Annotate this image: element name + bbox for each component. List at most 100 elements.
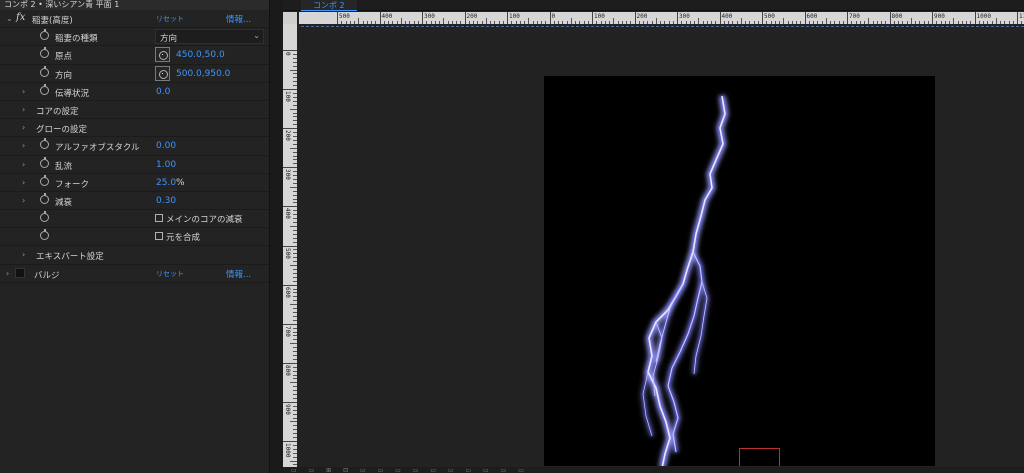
turbulence-value[interactable]: 1.00	[156, 160, 176, 170]
ruler-minor-tick	[502, 21, 504, 24]
ruler-minor-tick	[366, 21, 368, 24]
alpha-obstacle-value[interactable]: 0.00	[156, 141, 176, 151]
toolbar-icons[interactable]: ▭ ▭ ⊞ ⊡ ▭ ▭ ▭ ▭ ▭ ▭ ▭ ▭ ▭ ▭	[291, 467, 529, 473]
chevron-right-icon[interactable]: ›	[22, 87, 25, 96]
ruler-minor-tick	[413, 21, 415, 24]
ruler-left[interactable]: 0 100 200 300 400 500 600 700 800 900 1000	[283, 24, 297, 471]
ruler-top[interactable]: 500 400 300 200 100 0 100 200 300 400 500 600 700 800…	[299, 12, 1024, 24]
ruler-minor-tick	[290, 225, 297, 227]
ruler-minor-tick	[940, 21, 942, 24]
tab-comp-2[interactable]: コンポ 2	[301, 0, 357, 11]
reset-link[interactable]: リセット	[156, 269, 184, 279]
main-core-decay-checkbox[interactable]	[155, 214, 163, 223]
ruler-minor-tick	[290, 265, 297, 267]
roi-box[interactable]	[739, 448, 780, 466]
ruler-minor-tick	[643, 21, 644, 24]
ruler-label: 0	[551, 13, 556, 20]
chevron-right-icon[interactable]: ›	[22, 160, 25, 169]
composite-original-checkbox[interactable]	[155, 232, 163, 241]
info-link[interactable]: 情報...	[226, 13, 251, 25]
chevron-right-icon[interactable]: ›	[22, 178, 25, 187]
stopwatch-icon[interactable]	[40, 47, 49, 59]
property-label: 方向	[55, 70, 73, 81]
effect-header-row[interactable]: ⌄ fx 稲妻(高度) リセット 情報...	[0, 10, 269, 29]
ruler-minor-tick	[528, 18, 530, 24]
effect-toggle-icon[interactable]	[15, 267, 25, 278]
ruler-label: 500	[284, 247, 291, 259]
chevron-right-icon[interactable]: ›	[22, 196, 25, 205]
stopwatch-icon[interactable]	[40, 83, 49, 95]
ruler-minor-tick	[630, 21, 632, 24]
ruler-minor-tick	[919, 21, 921, 24]
reset-link[interactable]: リセット	[156, 14, 184, 24]
chevron-right-icon[interactable]: ›	[22, 250, 25, 259]
property-row-decay: › 減衰 0.30	[0, 192, 269, 211]
ruler-minor-tick	[405, 21, 406, 24]
ruler-minor-tick	[293, 331, 297, 333]
ruler-minor-tick	[800, 21, 802, 24]
effect-row-bulge[interactable]: › バルジ リセット 情報...	[0, 265, 269, 283]
ruler-minor-tick	[545, 21, 547, 24]
lightning-type-dropdown[interactable]: 方向 ⌄	[155, 29, 264, 45]
decay-value[interactable]: 0.30	[156, 196, 176, 206]
ruler-minor-tick	[293, 229, 297, 231]
property-row-forking: › フォーク 25.0 %	[0, 174, 269, 192]
fx-icon[interactable]: fx	[16, 12, 25, 23]
ruler-minor-tick	[532, 21, 534, 24]
property-group-core[interactable]: › コアの設定	[0, 101, 269, 120]
chevron-down-icon[interactable]: ⌄	[6, 14, 13, 23]
property-group-glow[interactable]: › グローの設定	[0, 119, 269, 138]
stopwatch-icon[interactable]	[40, 29, 49, 41]
forking-value[interactable]: 25.0	[156, 178, 176, 188]
ruler-minor-tick	[859, 21, 861, 24]
ruler-tick	[283, 323, 297, 325]
panel-header: コンポ 2 • 深いシアン青 平面 1	[0, 0, 269, 10]
ruler-minor-tick	[293, 397, 297, 399]
stopwatch-icon[interactable]	[40, 138, 49, 150]
ruler-minor-tick	[293, 272, 297, 274]
crosshair-icon[interactable]	[155, 65, 170, 81]
ruler-minor-tick	[293, 182, 297, 184]
property-group-expert[interactable]: › エキスパート設定	[0, 246, 269, 265]
ruler-minor-tick	[439, 21, 440, 24]
conductivity-value[interactable]: 0.0	[156, 87, 170, 97]
stopwatch-icon[interactable]	[40, 156, 49, 168]
ruler-tick	[379, 12, 381, 24]
effect-name: バルジ	[34, 270, 60, 281]
ruler-minor-tick	[293, 61, 297, 63]
stopwatch-icon[interactable]	[40, 192, 49, 204]
stopwatch-icon[interactable]	[40, 174, 49, 186]
crosshair-icon[interactable]	[155, 47, 170, 63]
ruler-minor-tick	[898, 21, 899, 24]
direction-value[interactable]: 500.0,950.0	[176, 69, 230, 79]
info-link[interactable]: 情報...	[226, 268, 251, 280]
comp-viewer[interactable]	[299, 26, 1024, 466]
comp-canvas[interactable]	[544, 76, 935, 466]
chevron-right-icon[interactable]: ›	[22, 123, 25, 132]
ruler-minor-tick	[293, 444, 297, 446]
stopwatch-icon[interactable]	[40, 229, 49, 241]
ruler-minor-tick	[1004, 21, 1006, 24]
stopwatch-icon[interactable]	[40, 65, 49, 77]
ruler-minor-tick	[293, 280, 297, 282]
chevron-right-icon[interactable]: ›	[6, 269, 9, 278]
ruler-minor-tick	[817, 21, 819, 24]
ruler-minor-tick	[1000, 21, 1001, 24]
ruler-tick	[283, 206, 297, 208]
ruler-tick	[464, 12, 466, 24]
ruler-minor-tick	[293, 464, 297, 466]
stopwatch-icon[interactable]	[40, 211, 49, 223]
ruler-minor-tick	[715, 21, 717, 24]
ruler-corner	[283, 12, 297, 24]
ruler-minor-tick	[293, 93, 297, 94]
ruler-label: 800	[284, 364, 291, 376]
ruler-minor-tick	[541, 21, 542, 24]
ruler-minor-tick	[553, 21, 555, 24]
ruler-minor-tick	[293, 413, 297, 415]
origin-value[interactable]: 450.0,50.0	[176, 50, 225, 60]
chevron-right-icon[interactable]: ›	[22, 105, 25, 114]
ruler-minor-tick	[293, 366, 297, 368]
chevron-right-icon[interactable]: ›	[22, 141, 25, 150]
ruler-minor-tick	[957, 21, 959, 24]
ruler-minor-tick	[293, 335, 297, 337]
